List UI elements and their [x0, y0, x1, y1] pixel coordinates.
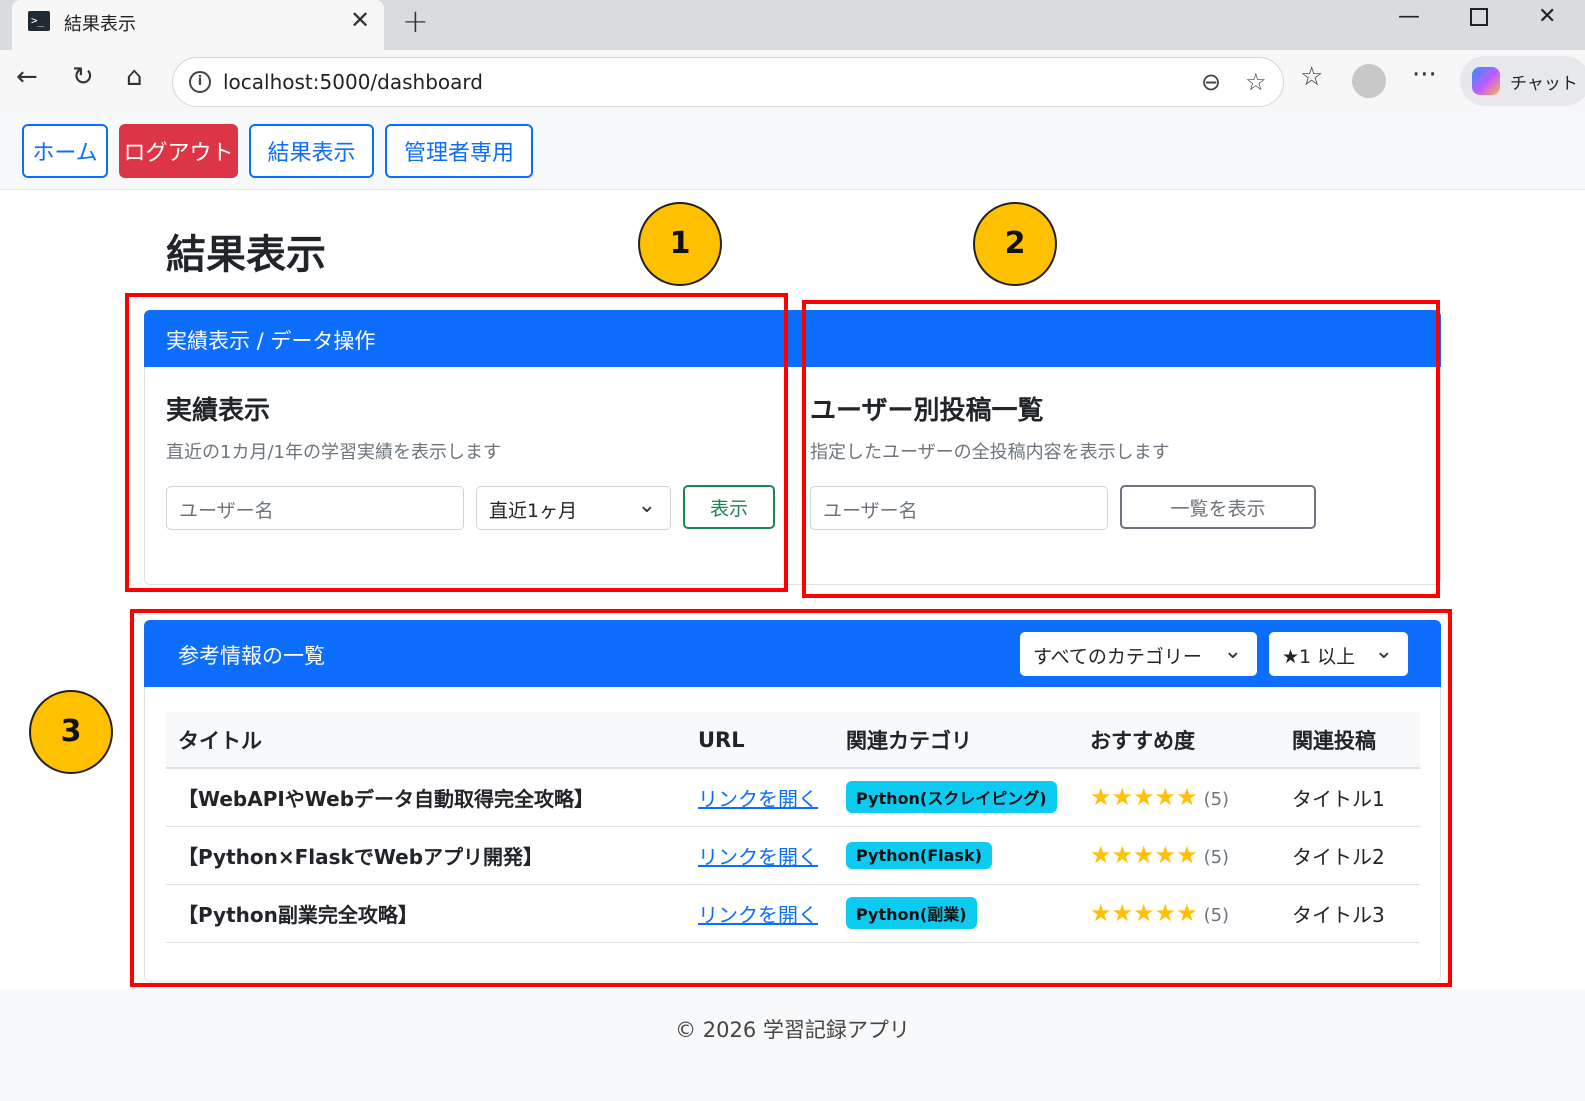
footer-copyright: © 2026 学習記録アプリ — [675, 1018, 910, 1042]
footer: © 2026 学習記録アプリ — [0, 990, 1585, 1101]
favorites-list-icon[interactable]: ☆ — [1300, 62, 1323, 92]
favorite-star-icon[interactable]: ☆ — [1245, 68, 1267, 96]
copilot-chat-button[interactable]: チャット — [1460, 56, 1585, 106]
annotation-marker-1: 1 — [638, 202, 722, 286]
address-bar[interactable]: i localhost:5000/dashboard ⊖ ☆ — [172, 57, 1284, 107]
annotation-box-1 — [125, 293, 788, 592]
annotation-box-2 — [802, 300, 1440, 598]
home-button[interactable]: ホーム — [22, 124, 108, 178]
logout-button[interactable]: ログアウト — [119, 124, 238, 178]
more-menu-icon[interactable]: ··· — [1412, 60, 1437, 90]
home-icon[interactable]: ⌂ — [126, 62, 143, 92]
results-button[interactable]: 結果表示 — [249, 124, 374, 178]
address-url[interactable]: localhost:5000/dashboard — [223, 70, 483, 94]
close-window-icon[interactable]: ✕ — [1538, 4, 1556, 29]
annotation-marker-3: 3 — [29, 690, 113, 774]
browser-tab-bar: >_ 結果表示 ✕ + — ✕ — [0, 0, 1585, 50]
info-icon[interactable]: i — [189, 71, 211, 93]
chat-label: チャット — [1510, 74, 1578, 94]
profile-avatar-icon[interactable] — [1352, 64, 1386, 98]
reload-icon[interactable]: ↻ — [72, 62, 94, 92]
new-tab-icon[interactable]: + — [402, 2, 429, 40]
browser-tab[interactable]: >_ 結果表示 ✕ — [12, 0, 384, 50]
maximize-icon[interactable] — [1470, 8, 1488, 26]
tab-title: 結果表示 — [64, 14, 136, 35]
back-icon[interactable]: ← — [16, 62, 38, 92]
annotation-marker-2: 2 — [973, 202, 1057, 286]
browser-toolbar: ← ↻ ⌂ i localhost:5000/dashboard ⊖ ☆ ☆ ·… — [0, 50, 1585, 112]
copilot-icon — [1472, 67, 1500, 95]
annotation-box-3 — [130, 609, 1452, 987]
minimize-icon[interactable]: — — [1398, 4, 1420, 29]
admin-button[interactable]: 管理者専用 — [385, 124, 533, 178]
zoom-out-icon[interactable]: ⊖ — [1201, 68, 1221, 96]
page-title: 結果表示 — [166, 232, 326, 278]
terminal-icon: >_ — [28, 11, 50, 31]
top-navbar: ホーム ログアウト 結果表示 管理者専用 — [0, 112, 1585, 190]
page: ホーム ログアウト 結果表示 管理者専用 結果表示 実績表示 / データ操作 実… — [0, 112, 1585, 1101]
close-tab-icon[interactable]: ✕ — [350, 6, 370, 34]
